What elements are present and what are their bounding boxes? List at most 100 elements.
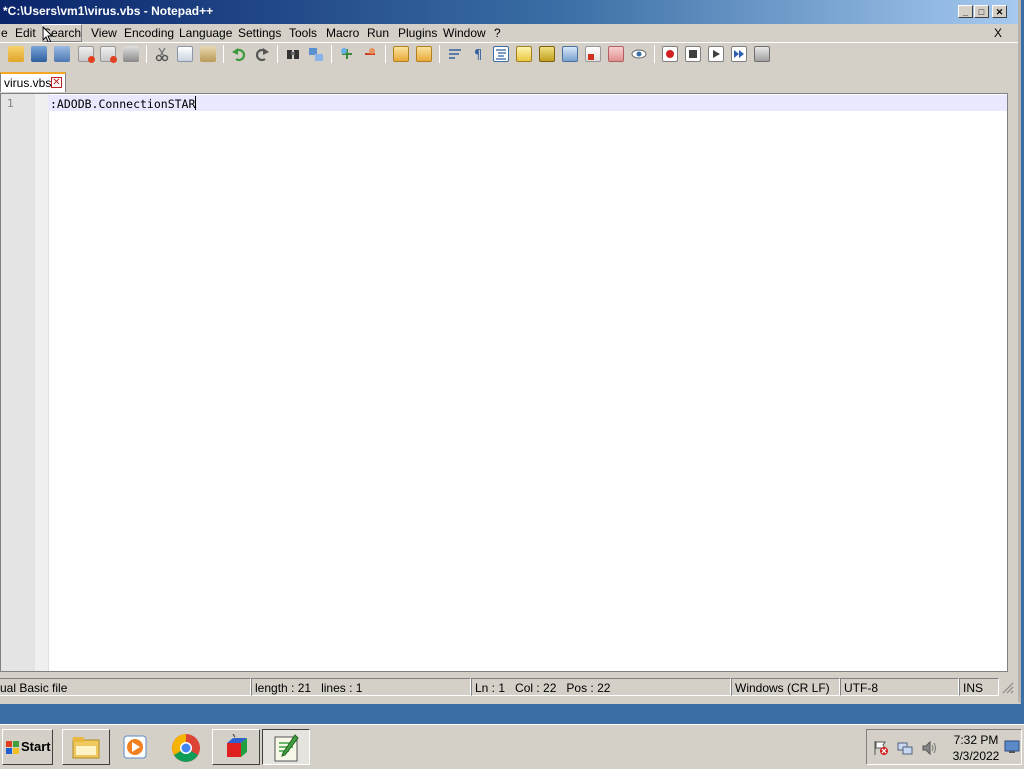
toolbar-separator — [385, 45, 386, 63]
title-bar[interactable]: *C:\Users\vm1\virus.vbs - Notepad++ _ □ … — [0, 0, 1018, 24]
menu-help[interactable]: ? — [493, 25, 502, 41]
tab-bar: virus.vbs ✕ — [0, 70, 1018, 92]
folder-workspace-icon[interactable] — [585, 46, 601, 62]
save-macro-icon[interactable] — [754, 46, 770, 62]
status-eol[interactable]: Windows (CR LF) — [731, 678, 840, 696]
menu-file[interactable]: e — [0, 25, 9, 41]
fold-margin[interactable] — [35, 94, 49, 671]
record-macro-icon[interactable] — [662, 46, 678, 62]
volume-icon[interactable] — [921, 740, 937, 756]
status-bar: ual Basic file length : 21 lines : 1 Ln … — [0, 677, 1018, 697]
sync-vertical-icon[interactable] — [393, 46, 409, 62]
close-icon[interactable] — [78, 46, 95, 63]
toolbar-separator — [331, 45, 332, 63]
status-col: Col : 22 — [515, 681, 557, 695]
menu-encoding[interactable]: Encoding — [123, 25, 175, 41]
menu-run[interactable]: Run — [366, 25, 390, 41]
tab-virus-vbs[interactable]: virus.vbs ✕ — [0, 72, 66, 92]
status-position: Ln : 1 Col : 22 Pos : 22 — [471, 678, 731, 696]
maximize-button[interactable]: □ — [974, 5, 989, 18]
run-macro-multiple-icon[interactable] — [731, 46, 747, 62]
redo-icon[interactable] — [254, 46, 270, 62]
line-number: 1 — [7, 97, 14, 110]
stop-macro-icon[interactable] — [685, 46, 701, 62]
status-pos: Pos : 22 — [566, 681, 611, 695]
status-length-lines: length : 21 lines : 1 — [251, 678, 471, 696]
3d-builder-icon[interactable] — [212, 729, 260, 765]
indent-guide-icon[interactable] — [493, 46, 509, 62]
menu-edit[interactable]: Edit — [14, 25, 37, 41]
close-button[interactable]: ✕ — [992, 5, 1007, 18]
menu-language[interactable]: Language — [178, 25, 233, 41]
media-player-icon[interactable] — [112, 729, 160, 765]
status-lines: lines : 1 — [321, 681, 363, 695]
function-list-icon[interactable] — [562, 46, 578, 62]
status-insert-mode[interactable]: INS — [959, 678, 999, 696]
status-length: length : 21 — [255, 681, 312, 695]
notepad-plus-plus-window: *C:\Users\vm1\virus.vbs - Notepad++ _ □ … — [0, 0, 1021, 704]
find-icon[interactable] — [285, 46, 301, 62]
network-icon[interactable] — [897, 740, 913, 756]
code-text: :ADODB.ConnectionSTAR — [50, 97, 196, 111]
open-file-icon[interactable] — [8, 46, 24, 62]
doc-map-icon[interactable] — [539, 46, 555, 62]
undo-icon[interactable] — [231, 46, 247, 62]
toolbar-separator — [654, 45, 655, 63]
windows-flag-icon — [6, 741, 19, 754]
zoom-in-icon[interactable] — [339, 46, 355, 62]
zoom-out-icon[interactable] — [362, 46, 378, 62]
clock-time[interactable]: 7:32 PM — [951, 733, 1001, 747]
toolbar-separator — [277, 45, 278, 63]
editor-area[interactable]: 1 :ADODB.ConnectionSTAR — [0, 93, 1008, 672]
status-ln: Ln : 1 — [475, 681, 506, 695]
resize-grip-icon[interactable] — [1002, 682, 1014, 694]
status-encoding[interactable]: UTF-8 — [840, 678, 959, 696]
clock-date[interactable]: 3/3/2022 — [951, 749, 1001, 763]
line-number-gutter: 1 — [1, 94, 35, 671]
user-language-icon[interactable] — [516, 46, 532, 62]
save-all-icon[interactable] — [54, 46, 70, 62]
menu-settings[interactable]: Settings — [237, 25, 282, 41]
toolbar-separator — [439, 45, 440, 63]
toolbar-separator — [146, 45, 147, 63]
tab-close-icon[interactable]: ✕ — [51, 77, 62, 88]
notepad-plus-plus-icon[interactable] — [262, 729, 310, 765]
replace-icon[interactable] — [308, 46, 324, 62]
minimize-button[interactable]: _ — [958, 5, 973, 18]
close-all-icon[interactable] — [100, 46, 117, 63]
window-title: *C:\Users\vm1\virus.vbs - Notepad++ — [3, 4, 214, 18]
paste-icon[interactable] — [200, 46, 216, 62]
menu-macro[interactable]: Macro — [325, 25, 360, 41]
toolbar: ¶ — [0, 42, 1018, 67]
show-all-chars-icon[interactable]: ¶ — [470, 46, 486, 63]
close-document-button[interactable]: X — [994, 25, 1002, 41]
play-macro-icon[interactable] — [708, 46, 724, 62]
text-caret — [195, 96, 197, 110]
action-center-flag-icon[interactable] — [873, 740, 889, 756]
show-desktop-icon[interactable] — [1004, 740, 1020, 754]
system-tray: 7:32 PM 3/3/2022 — [866, 729, 1022, 765]
chrome-icon[interactable] — [162, 729, 210, 765]
eye-icon[interactable] — [631, 46, 647, 62]
toolbar-separator — [223, 45, 224, 63]
copy-icon[interactable] — [177, 46, 193, 62]
menu-window[interactable]: Window — [442, 25, 487, 41]
file-explorer-icon[interactable] — [62, 729, 110, 765]
start-label: Start — [21, 739, 51, 754]
monitoring-icon[interactable] — [608, 46, 624, 62]
menu-bar: e Edit Search View Encoding Language Set… — [0, 24, 1018, 44]
word-wrap-icon[interactable] — [447, 46, 463, 62]
save-icon[interactable] — [31, 46, 47, 62]
print-icon[interactable] — [123, 46, 139, 62]
menu-tools[interactable]: Tools — [288, 25, 318, 41]
start-button[interactable]: Start — [2, 729, 53, 765]
sync-horizontal-icon[interactable] — [416, 46, 432, 62]
status-language: ual Basic file — [0, 678, 251, 696]
tab-label: virus.vbs — [4, 76, 52, 90]
taskbar: Start 7:32 PM 3/3/2022 — [0, 724, 1024, 769]
svg-text:¶: ¶ — [474, 48, 482, 62]
cut-icon[interactable] — [154, 46, 170, 62]
code-line[interactable]: :ADODB.ConnectionSTAR — [50, 96, 197, 111]
menu-plugins[interactable]: Plugins — [397, 25, 438, 41]
menu-view[interactable]: View — [90, 25, 118, 41]
